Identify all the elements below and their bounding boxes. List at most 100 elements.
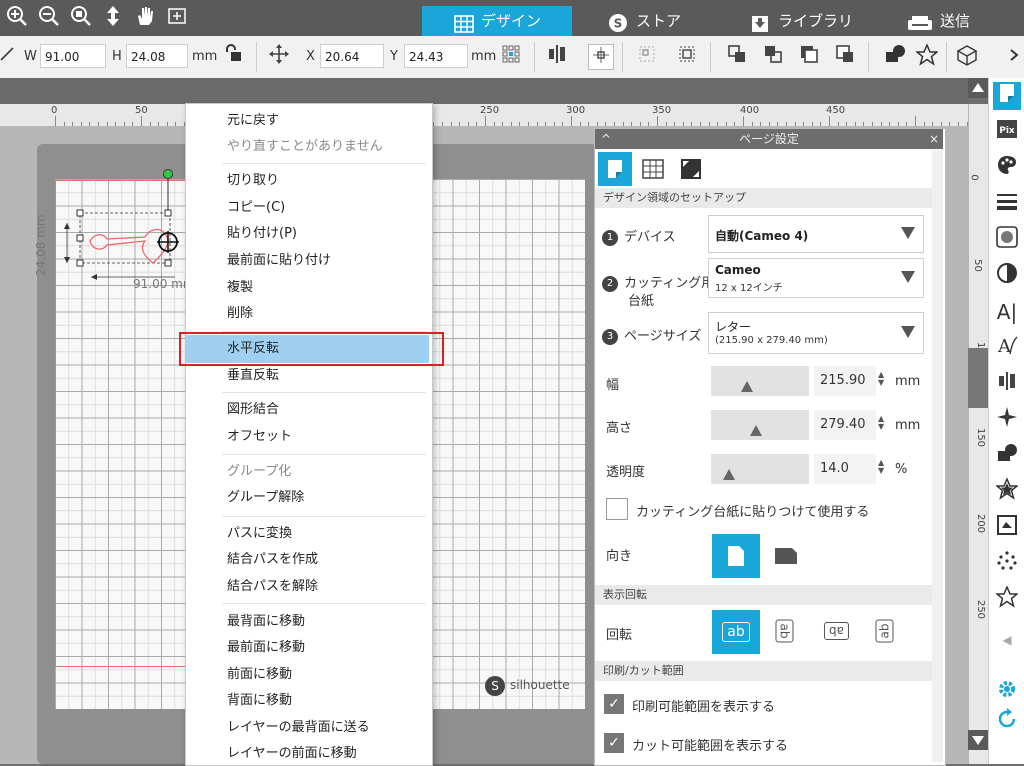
panel-tab-grid-icon[interactable]	[636, 152, 670, 186]
menu-item[interactable]: レイヤーの最背面に送る	[227, 718, 370, 738]
device-dropdown[interactable]: 自動(Cameo 4)	[708, 215, 924, 253]
align-panel-icon[interactable]	[993, 370, 1021, 398]
portrait-button[interactable]	[712, 534, 760, 578]
line-style-icon[interactable]	[993, 190, 1021, 218]
scroll-up-arrow-icon[interactable]	[968, 78, 988, 98]
zoom-select-icon[interactable]	[68, 5, 94, 31]
palette-icon[interactable]	[993, 154, 1021, 182]
height-input[interactable]: 24.08	[126, 44, 188, 68]
y-input[interactable]: 24.43	[404, 44, 468, 68]
send-to-back-icon[interactable]	[760, 44, 786, 70]
offset-icon[interactable]	[993, 514, 1021, 542]
show-cut-area-checkbox[interactable]: ✓	[604, 733, 624, 753]
close-panel-icon[interactable]: ×	[929, 129, 939, 149]
transparency-icon[interactable]	[993, 262, 1021, 290]
menu-item[interactable]: 貼り付け(P)	[227, 224, 297, 244]
page-size-dropdown[interactable]: レター (215.90 x 279.40 mm)	[708, 312, 924, 354]
menu-item[interactable]: 削除	[227, 304, 253, 324]
menu-item[interactable]: 水平反転	[227, 339, 279, 359]
width-value-field[interactable]: 215.90	[814, 366, 876, 396]
menu-item[interactable]: 図形結合	[227, 400, 279, 420]
collapse-arrow-icon[interactable]: ◀	[993, 626, 1021, 654]
menu-item[interactable]: グループ解除	[227, 488, 304, 508]
text-style-icon[interactable]: A|	[993, 298, 1021, 326]
width-slider[interactable]	[711, 366, 809, 396]
menu-item[interactable]: コピー(C)	[227, 198, 285, 218]
tab-send[interactable]: 送信	[906, 6, 1024, 36]
panel-scrollbar[interactable]	[932, 150, 943, 762]
group-icon[interactable]	[634, 44, 660, 70]
panel-tab-registration-icon[interactable]	[674, 152, 708, 186]
send-backward-icon[interactable]	[832, 44, 858, 70]
panel-tab-page-icon[interactable]	[598, 152, 632, 186]
align-icon[interactable]	[544, 44, 570, 70]
menu-item[interactable]: オフセット	[227, 427, 292, 447]
show-print-area-checkbox[interactable]: ✓	[604, 694, 624, 714]
modify-icon[interactable]	[993, 442, 1021, 470]
menu-item[interactable]: 前面に移動	[227, 665, 292, 685]
mat-dropdown[interactable]: Cameo 12 x 12インチ	[708, 258, 924, 298]
slider-thumb[interactable]	[750, 425, 762, 436]
zoom-in-icon[interactable]	[4, 5, 30, 31]
fill-pattern-icon[interactable]	[993, 226, 1021, 254]
menu-item[interactable]: 結合パスを解除	[227, 577, 318, 597]
menu-item[interactable]: 背面に移動	[227, 691, 292, 711]
pan-arrows-icon[interactable]	[100, 5, 126, 31]
menu-item[interactable]: 最前面に移動	[227, 638, 305, 658]
lock-aspect-icon[interactable]	[220, 44, 246, 70]
replicate-icon[interactable]	[993, 406, 1021, 434]
hand-icon[interactable]	[132, 5, 158, 31]
collapse-panel-icon[interactable]: ^	[601, 129, 611, 149]
3d-box-icon[interactable]	[954, 44, 980, 70]
menu-item[interactable]: レイヤーの前面に移動	[227, 744, 357, 764]
selected-design[interactable]	[55, 165, 195, 295]
menu-item[interactable]: 垂直反転	[227, 366, 279, 386]
vertical-scrollbar[interactable]	[968, 348, 988, 408]
bring-to-front-icon[interactable]	[724, 44, 750, 70]
line-tool-icon[interactable]	[0, 44, 20, 70]
tab-library[interactable]: ライブラリ	[750, 6, 880, 36]
rotate-90-button[interactable]: ab	[766, 612, 802, 652]
menu-item[interactable]: 最前面に貼り付け	[227, 251, 331, 271]
center-page-icon[interactable]	[588, 44, 614, 70]
star-icon[interactable]	[914, 43, 940, 70]
slider-thumb[interactable]	[741, 381, 753, 392]
pix-scan-icon[interactable]: Pix	[993, 118, 1021, 146]
opacity-spinner-icon[interactable]: ▲ ▼	[878, 459, 884, 475]
menu-item[interactable]: 結合パスを作成	[227, 550, 318, 570]
width-spinner-icon[interactable]: ▲ ▼	[878, 371, 884, 387]
menu-item[interactable]: 複製	[227, 278, 253, 298]
tab-store[interactable]: S ストア	[608, 6, 728, 36]
anchor-grid-icon[interactable]	[498, 44, 524, 70]
zoom-out-icon[interactable]	[36, 5, 62, 31]
height-value-field[interactable]: 279.40	[814, 410, 876, 440]
page-settings-icon[interactable]	[993, 82, 1021, 110]
x-input[interactable]: 20.64	[320, 44, 384, 68]
rotate-180-button[interactable]: ab	[814, 612, 858, 652]
trace-icon[interactable]	[993, 477, 1021, 506]
slider-thumb[interactable]	[723, 469, 735, 480]
shapes-icon[interactable]	[882, 44, 908, 70]
menu-item[interactable]: パスに変換	[227, 524, 292, 544]
ungroup-icon[interactable]	[674, 44, 700, 70]
width-input[interactable]: 91.00	[40, 44, 106, 68]
height-spinner-icon[interactable]: ▲ ▼	[878, 415, 884, 431]
menu-item[interactable]: 最背面に移動	[227, 612, 305, 632]
height-slider[interactable]	[711, 410, 809, 440]
bring-forward-icon[interactable]	[796, 44, 822, 70]
rotate-270-button[interactable]: ab	[866, 612, 902, 652]
opacity-slider[interactable]	[711, 454, 809, 484]
gear-icon[interactable]	[993, 678, 1021, 706]
star-outline-icon[interactable]	[993, 585, 1021, 614]
move-icon[interactable]	[266, 44, 292, 70]
opacity-value-field[interactable]: 14.0	[814, 454, 876, 484]
text-path-icon[interactable]: A	[993, 334, 1021, 362]
landscape-button[interactable]	[764, 534, 808, 578]
tab-design[interactable]: デザイン	[422, 6, 572, 36]
menu-item[interactable]: 元に戻す	[227, 111, 279, 131]
stick-to-mat-checkbox[interactable]	[606, 498, 628, 520]
menu-item[interactable]: 切り取り	[227, 171, 279, 191]
more-chevron-icon[interactable]	[1002, 44, 1024, 70]
dots-icon[interactable]	[993, 550, 1021, 578]
scroll-down-arrow-icon[interactable]	[968, 730, 988, 750]
